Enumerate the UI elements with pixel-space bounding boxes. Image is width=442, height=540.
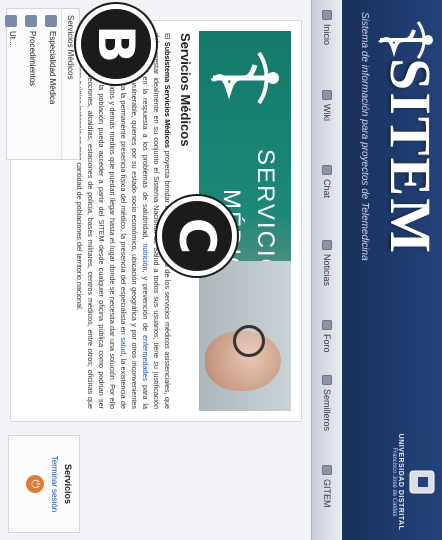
home-icon [322,10,332,20]
book-icon [322,90,332,100]
page-title: Servicios Médicos [178,33,193,147]
logout-link[interactable]: Terminar sesión [50,436,59,532]
stethoscope-icon [45,15,57,27]
site-header: SITEM Sistema de información para proyec… [342,0,442,540]
university-name: UNIVERSIDAD DISTRITAL [397,433,404,531]
chat-icon [322,165,332,175]
sidebar-item-procedimientos[interactable]: Procedimientos [21,9,41,159]
sidebar-item-utilidades[interactable]: Ut... [1,9,21,159]
services-menu: Servicios Médicos Especialidad Médica Pr… [5,8,80,160]
link-enfermedades[interactable]: enfermedades [141,335,150,381]
nav-item-chat[interactable]: Chat [318,165,336,198]
team-icon [322,465,332,475]
marker-c: C [157,196,237,276]
doctor-photo [199,261,291,411]
brand-tagline: Sistema de información para proyectos de… [359,12,370,261]
page: SITEM Sistema de información para proyec… [0,0,442,540]
services-menu-title: Servicios Médicos [61,9,79,159]
tools-icon [25,15,37,27]
nav-item-semilleros[interactable]: Semilleros [318,375,336,431]
caduceus-emblem-icon [210,51,279,105]
nav-item-wiki[interactable]: Wiki [318,90,336,121]
power-icon[interactable]: ⏻ [26,475,44,493]
nav-item-inicio[interactable]: Inicio [318,10,336,45]
marker-b: B [76,4,156,84]
main-nav: Inicio Wiki Chat Noticias Foro Semillero… [311,0,342,540]
services-box-title: Servicios [63,463,73,505]
group-icon [322,375,332,385]
nav-item-gitem[interactable]: GITEM [318,465,336,508]
forum-icon [322,320,332,330]
news-icon [322,240,332,250]
brand-title: SITEM [378,58,442,255]
university-crest-icon [409,470,435,494]
glasses-icon [233,325,265,357]
university-logo: UNIVERSIDAD DISTRITAL Francisco José de … [391,432,436,532]
nav-item-foro[interactable]: Foro [318,320,336,353]
link-nutricion[interactable]: nutrición [141,243,150,270]
services-box: Servicios Terminar sesión ⏻ [8,435,80,533]
link-salud[interactable]: salud [119,337,128,354]
description-paragraph: El Subsistema Servicios Médicos proyecta… [75,33,172,409]
nav-item-noticias[interactable]: Noticias [318,240,336,286]
table-icon [5,15,17,27]
sidebar-item-especialidad[interactable]: Especialidad Médica [41,9,61,159]
